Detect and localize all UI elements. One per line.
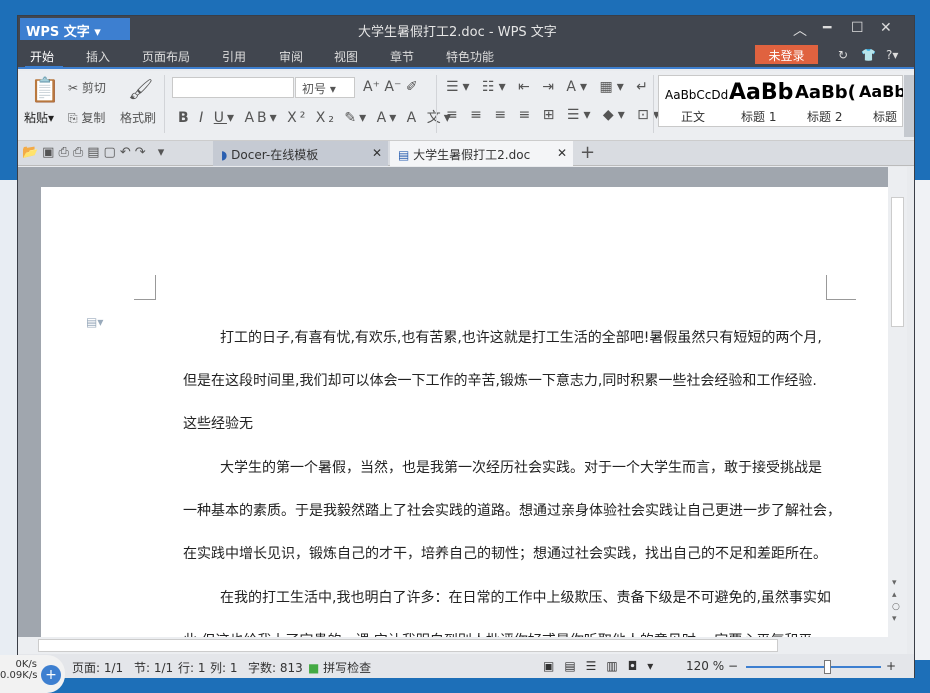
h-scroll-thumb[interactable]: [38, 639, 778, 652]
doc-icon: ▤: [398, 148, 410, 162]
paste-icon[interactable]: 📋: [30, 76, 60, 104]
style-title-preview[interactable]: AaBb: [859, 82, 903, 101]
ribbon: 📋 粘贴▾ ✂ 剪切 ⎘ 复制 格式刷 🖌 初号 ▾ A⁺ A⁻ ✐ B I U…: [18, 71, 914, 141]
cut-button[interactable]: ✂ 剪切: [68, 79, 106, 96]
tab-page-layout[interactable]: 页面布局: [142, 48, 190, 65]
app-menu-button[interactable]: WPS 文字 ▾: [20, 18, 130, 40]
horizontal-scrollbar[interactable]: [18, 637, 907, 654]
font-format-buttons[interactable]: B I U▾ AB▾ X² X₂ ✎▾ A▾ A 文▾: [178, 107, 454, 127]
divider: [653, 75, 654, 133]
style-gallery: AaBbCcDd 正文 AaBb 标题 1 AaBb( 标题 2 AaBb 标题: [658, 75, 903, 127]
font-size-select[interactable]: 初号 ▾: [295, 77, 355, 98]
sync-icon[interactable]: ↻: [838, 48, 848, 62]
page-indicator[interactable]: 页面: 1/1: [72, 659, 123, 676]
app-label: WPS 文字: [26, 25, 90, 40]
wps-window: WPS 文字 ▾ 大学生暑假打工2.doc - WPS 文字 ︿ ━ ☐ ✕ 开…: [17, 15, 915, 678]
style-normal-preview[interactable]: AaBbCcDd: [665, 88, 728, 102]
help-icon[interactable]: ?▾: [886, 48, 898, 62]
row-indicator: 行: 1: [178, 661, 206, 675]
style-heading1[interactable]: 标题 1: [741, 108, 776, 125]
download-speed: 0.09K/s: [0, 670, 38, 681]
page[interactable]: ▤▾ 打工的日子,有喜有忧,有欢乐,也有苦累,也许这就是打工生活的全部吧!暑假虽…: [41, 187, 888, 649]
network-speed-widget: 0K/s 0.09K/s +: [0, 655, 65, 693]
paste-button[interactable]: 粘贴▾: [24, 109, 54, 126]
spell-status-icon: ■: [308, 661, 320, 675]
document-tab-bar: 📂▣⎙⎙▤▢↶↷ ▾ ◗ Docer-在线模板 ✕ ▤ 大学生暑假打工2.doc ✕…: [18, 141, 914, 166]
tab-home[interactable]: 开始: [30, 48, 54, 65]
tab-chapter[interactable]: 章节: [390, 48, 414, 65]
copy-button[interactable]: ⎘ 复制: [68, 109, 105, 126]
paragraph-line: 一种基本的素质。于是我毅然踏上了社会实践的道路。想通过亲身体验社会实践让自己更进…: [183, 503, 841, 519]
style-normal[interactable]: 正文: [681, 108, 705, 125]
paragraph-buttons[interactable]: ≡ ≡ ≡ ≡ ⊞ ☰▾ ◆▾ ⊡▾: [446, 107, 664, 123]
margin-mark: [134, 275, 156, 300]
section-indicator: 节: 1/1: [134, 661, 174, 675]
status-bar: 页面: 1/1 节: 1/1 行: 1 列: 1 字数: 813 ■ 拼写检查 …: [18, 654, 914, 678]
brush-icon: 🖌: [128, 77, 154, 101]
style-gallery-scroll[interactable]: [904, 75, 914, 137]
quick-access-toolbar[interactable]: 📂▣⎙⎙▤▢↶↷ ▾: [22, 145, 168, 160]
collapse-ribbon-icon[interactable]: ︿: [793, 20, 807, 40]
col-indicator: 列: 1: [210, 661, 238, 675]
style-title[interactable]: 标题: [873, 108, 897, 125]
new-tab-button[interactable]: +: [580, 142, 595, 163]
window-title: 大学生暑假打工2.doc - WPS 文字: [358, 25, 557, 40]
page-nav-icons[interactable]: ▾ ▴ ○ ▾: [892, 577, 900, 625]
scroll-thumb[interactable]: [891, 197, 904, 327]
close-tab-icon[interactable]: ✕: [557, 146, 567, 160]
style-heading2[interactable]: 标题 2: [807, 108, 842, 125]
skin-icon[interactable]: 👕: [861, 48, 876, 62]
view-mode-buttons[interactable]: ▣▤☰▥◘▾: [543, 659, 663, 673]
font-name-select[interactable]: [172, 77, 294, 98]
zoom-level[interactable]: 120 %: [686, 659, 724, 673]
maximize-button[interactable]: ☐: [851, 20, 864, 36]
active-tab-indicator: [25, 66, 63, 68]
word-count[interactable]: 字数: 813: [248, 659, 303, 676]
spell-check-button[interactable]: ■ 拼写检查: [308, 659, 371, 676]
zoom-in-button[interactable]: +: [886, 659, 896, 673]
paragraph-line: 这些经验无: [183, 416, 253, 432]
tab-view[interactable]: 视图: [334, 48, 358, 65]
margin-mark: [826, 275, 856, 300]
document-area: ▤▾ 打工的日子,有喜有忧,有欢乐,也有苦累,也许这就是打工生活的全部吧!暑假虽…: [18, 167, 888, 649]
paragraph-line: 但是在这段时间里,我们却可以体会一下工作的辛苦,锻炼一下意志力,同时积累一些社会…: [183, 373, 817, 389]
tab-insert[interactable]: 插入: [86, 48, 110, 65]
close-tab-icon[interactable]: ✕: [372, 146, 382, 160]
list-buttons[interactable]: ☰▾ ☷▾ ⇤ ⇥ A▾ ▦▾ ↵ ▣: [446, 79, 678, 95]
font-grow-shrink-icons[interactable]: A⁺ A⁻ ✐: [363, 79, 418, 95]
upload-speed: 0K/s: [15, 659, 38, 670]
title-bar: WPS 文字 ▾ 大学生暑假打工2.doc - WPS 文字 ︿ ━ ☐ ✕: [18, 16, 914, 41]
minimize-button[interactable]: ━: [823, 20, 831, 36]
tab-review[interactable]: 审阅: [279, 48, 303, 65]
divider: [164, 75, 165, 133]
paragraph-menu-icon[interactable]: ▤▾: [86, 315, 103, 329]
zoom-out-button[interactable]: −: [728, 659, 738, 673]
add-icon[interactable]: +: [41, 665, 61, 685]
docer-icon: ◗: [221, 148, 228, 162]
tab-references[interactable]: 引用: [222, 48, 246, 65]
vertical-scrollbar[interactable]: ▾ ▴ ○ ▾: [888, 167, 907, 637]
divider: [436, 75, 437, 133]
paragraph-line: 打工的日子,有喜有忧,有欢乐,也有苦累,也许这就是打工生活的全部吧!暑假虽然只有…: [220, 330, 822, 346]
menu-bar: 开始 插入 页面布局 引用 审阅 视图 章节 特色功能 未登录 ↻ 👕 ?▾: [18, 41, 914, 69]
zoom-slider[interactable]: [746, 660, 881, 674]
paragraph-line: 在我的打工生活中,我也明白了许多：在日常的工作中上级欺压、责备下级是不可避免的,…: [220, 590, 831, 606]
tab-features[interactable]: 特色功能: [446, 48, 494, 65]
paragraph-line: 大学生的第一个暑假，当然，也是我第一次经历社会实践。对于一个大学生而言，敢于接受…: [220, 460, 822, 476]
style-heading1-preview[interactable]: AaBb: [729, 80, 793, 105]
tab-document[interactable]: ▤ 大学生暑假打工2.doc ✕: [390, 141, 573, 166]
tab-docer[interactable]: ◗ Docer-在线模板 ✕: [213, 141, 388, 166]
zoom-slider-thumb[interactable]: [824, 660, 831, 674]
format-painter-button[interactable]: 格式刷: [120, 109, 156, 126]
style-heading2-preview[interactable]: AaBb(: [795, 82, 855, 103]
close-button[interactable]: ✕: [880, 20, 892, 36]
login-button[interactable]: 未登录: [755, 45, 818, 64]
paragraph-line: 在实践中增长见识，锻炼自己的才干，培养自己的韧性；想通过社会实践，找出自己的不足…: [183, 546, 827, 562]
